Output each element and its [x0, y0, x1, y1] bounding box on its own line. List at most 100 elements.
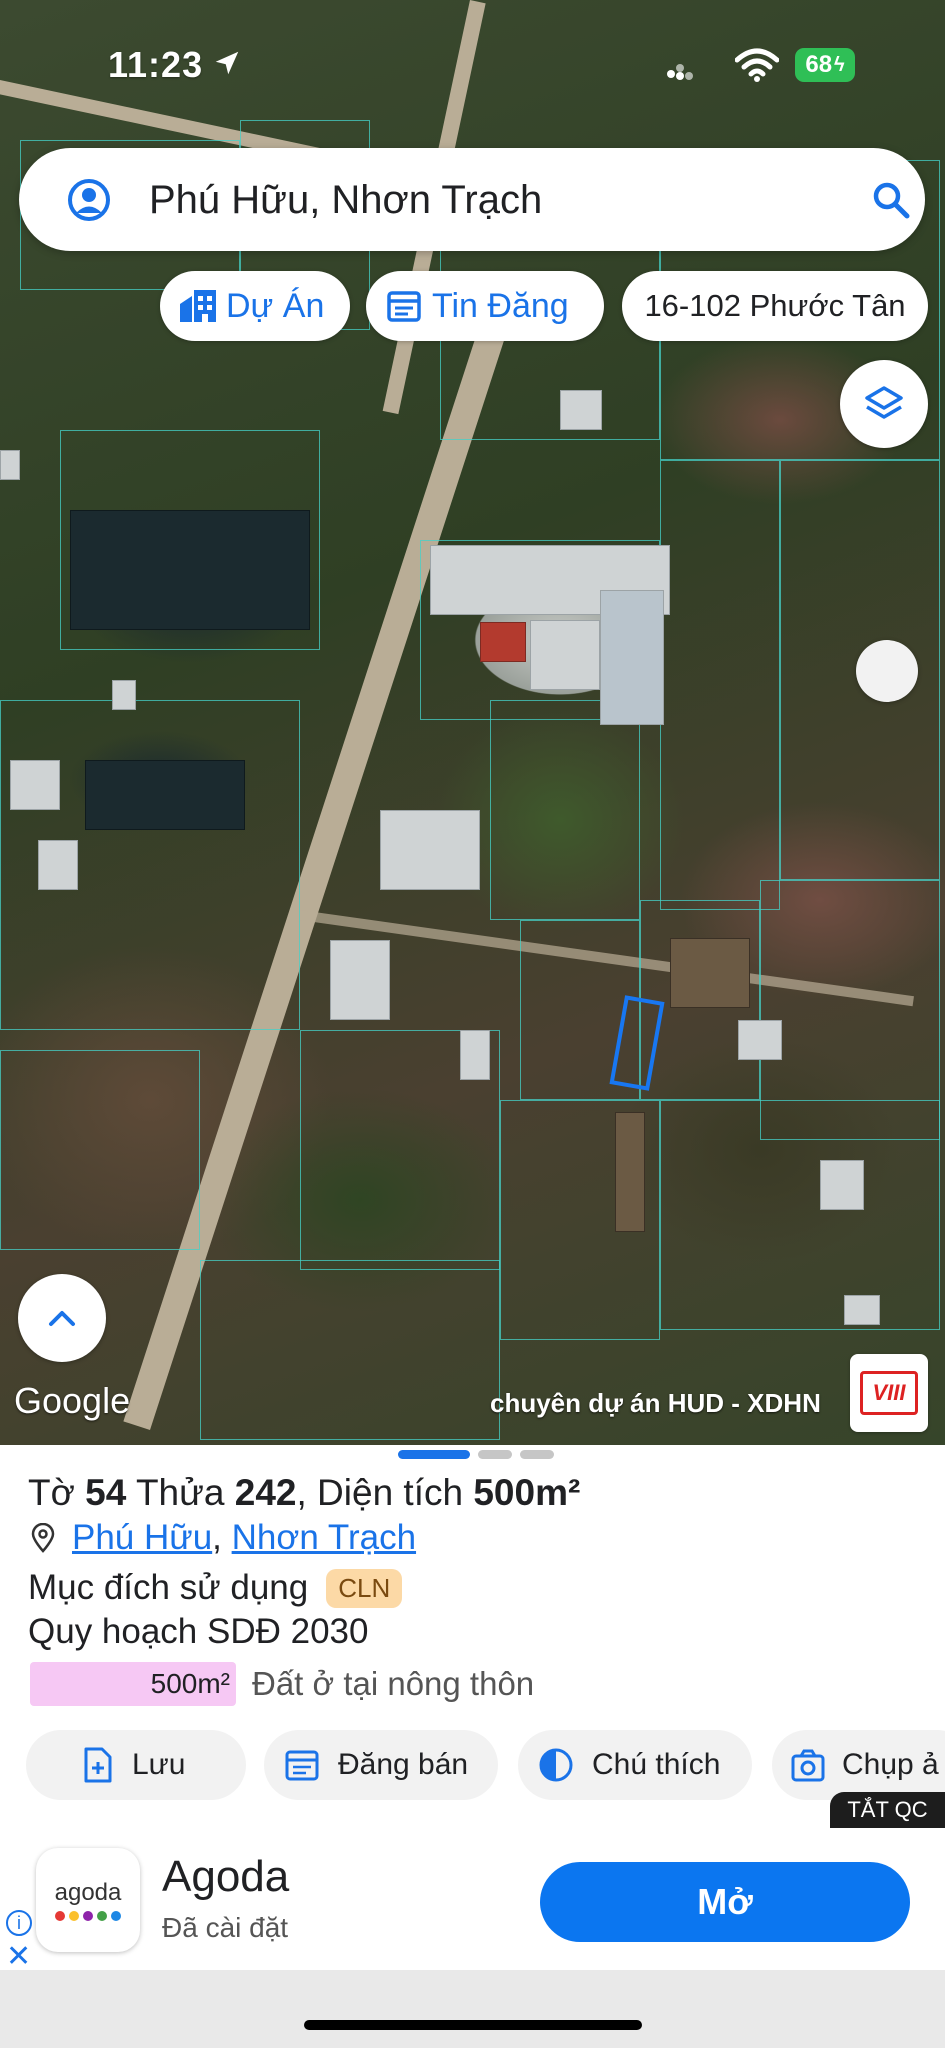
layers-icon — [865, 386, 903, 419]
area-value: 500m² — [473, 1472, 581, 1513]
trench — [670, 938, 750, 1008]
ad-info-icon[interactable]: i — [6, 1910, 32, 1936]
logo-dot — [97, 1911, 107, 1921]
chip-phuoc-tan-label: 16-102 Phước Tân — [644, 288, 906, 323]
building — [10, 760, 60, 810]
building — [0, 450, 20, 480]
chip-16-102-phuoc-tan[interactable]: 16-102 Phước Tân — [622, 271, 928, 341]
pager-dot-active[interactable] — [398, 1450, 470, 1459]
building-icon — [180, 290, 216, 322]
status-time: 11:23 — [108, 44, 204, 85]
home-indicator[interactable] — [304, 2020, 642, 2030]
layers-button[interactable] — [840, 360, 928, 448]
legend-button[interactable]: Chú thích — [518, 1730, 752, 1800]
partner-logo[interactable]: VIII — [850, 1354, 928, 1432]
save-button[interactable]: Lưu — [26, 1730, 246, 1800]
google-logo: Google — [14, 1380, 131, 1421]
building — [530, 620, 600, 690]
pager-dot[interactable] — [520, 1450, 554, 1459]
app-screen: 11:23 68 ϟ Phú Hữu, Nhơn Trạch Dự Án Tin… — [0, 0, 945, 2048]
calendar-post-icon — [285, 1750, 319, 1781]
parcel-location: Phú Hữu, Nhơn Trạch — [30, 1518, 416, 1558]
purpose-label: Mục đích sử dụng — [28, 1568, 309, 1607]
parcel — [660, 460, 780, 910]
home-indicator-area — [0, 1970, 945, 2048]
thua-label: Thửa — [135, 1472, 225, 1513]
search-input[interactable]: Phú Hữu, Nhơn Trạch — [149, 178, 542, 223]
partner-logo-text: VIII — [860, 1371, 918, 1415]
agoda-app-icon[interactable]: agoda — [36, 1848, 140, 1952]
building — [820, 1160, 864, 1210]
title-comma: , — [296, 1472, 307, 1513]
logo-dot — [83, 1911, 93, 1921]
plan-area-row: 500m² Đất ở tại nông thôn — [30, 1662, 534, 1706]
building — [38, 840, 78, 890]
map-pin-icon — [31, 1523, 55, 1553]
capture-label: Chụp ả — [842, 1748, 939, 1781]
land-use-purpose: Mục đích sử dụng CLN — [28, 1568, 403, 1608]
ad-app-status: Đã cài đặt — [162, 1912, 289, 1943]
charging-icon: ϟ — [834, 53, 845, 76]
purpose-code-badge: CLN — [326, 1568, 403, 1608]
parcel-title: Tờ 54 Thửa 242, Diện tích 500m² — [28, 1472, 580, 1514]
building — [738, 1020, 782, 1060]
capture-button[interactable]: Chụp ả — [772, 1730, 945, 1800]
ad-open-button[interactable]: Mở — [540, 1862, 910, 1942]
parcel — [200, 1260, 500, 1440]
building — [380, 810, 480, 890]
thua-value: 242 — [234, 1472, 297, 1513]
pond — [85, 760, 245, 830]
account-icon[interactable] — [67, 178, 111, 222]
plan-label: Quy hoạch SDĐ 2030 — [28, 1612, 369, 1651]
parcel — [490, 700, 640, 920]
chip-tin-dang[interactable]: Tin Đăng — [366, 271, 604, 341]
area-label: Diện tích — [317, 1472, 464, 1513]
ad-app-name: Agoda — [162, 1852, 290, 1901]
pager-dot[interactable] — [478, 1450, 512, 1459]
ward-link[interactable]: Phú Hữu — [72, 1518, 212, 1558]
calendar-icon — [387, 291, 421, 322]
ad-banner[interactable]: i ✕ agoda Agoda Đã cài đặt Mở — [0, 1830, 945, 1972]
building — [330, 940, 390, 1020]
agoda-logo-word: agoda — [54, 1879, 122, 1906]
chevron-up-icon — [49, 1311, 75, 1326]
battery-level: 68 — [805, 51, 833, 78]
plan-area-bar: 500m² — [30, 1662, 236, 1706]
chip-du-an[interactable]: Dự Án — [160, 271, 350, 341]
agoda-logo-dots — [55, 1911, 121, 1921]
logo-dot — [55, 1911, 65, 1921]
post-for-sale-label: Đăng bán — [338, 1748, 469, 1781]
logo-dot — [111, 1911, 121, 1921]
post-for-sale-button[interactable]: Đăng bán — [264, 1730, 498, 1800]
district-link[interactable]: Nhơn Trạch — [232, 1518, 416, 1558]
cellular-signal-icon — [667, 64, 693, 80]
ad-close-icon[interactable]: ✕ — [6, 1942, 31, 1972]
chip-du-an-label: Dự Án — [226, 286, 325, 325]
logo-dot — [69, 1911, 79, 1921]
search-icon[interactable] — [871, 180, 911, 220]
save-label: Lưu — [132, 1748, 186, 1781]
plan-area-type: Đất ở tại nông thôn — [252, 1665, 535, 1702]
to-label: Tờ — [28, 1472, 75, 1513]
save-add-icon — [84, 1747, 112, 1783]
sheet-pager[interactable] — [398, 1450, 554, 1459]
building — [460, 1030, 490, 1080]
parcel — [660, 1100, 940, 1330]
chip-tin-dang-label: Tin Đăng — [432, 286, 569, 325]
to-value: 54 — [85, 1472, 127, 1513]
legend-label: Chú thích — [592, 1748, 721, 1781]
location-arrow-icon — [215, 51, 239, 75]
pond — [70, 510, 310, 630]
location-comma: , — [212, 1518, 232, 1557]
expand-up-button[interactable] — [18, 1274, 106, 1362]
status-bar: 11:23 68 ϟ — [0, 0, 945, 130]
trench — [615, 1112, 645, 1232]
building — [112, 680, 136, 710]
camera-icon — [791, 1749, 825, 1782]
map-attribution: chuyên dự án HUD - XDHN — [490, 1388, 821, 1418]
building — [560, 390, 602, 430]
search-bar[interactable]: Phú Hữu, Nhơn Trạch — [19, 148, 925, 251]
map-drag-handle[interactable] — [856, 640, 918, 702]
turn-off-ads-button[interactable]: TẮT QC — [830, 1792, 945, 1828]
legend-icon — [539, 1748, 573, 1782]
